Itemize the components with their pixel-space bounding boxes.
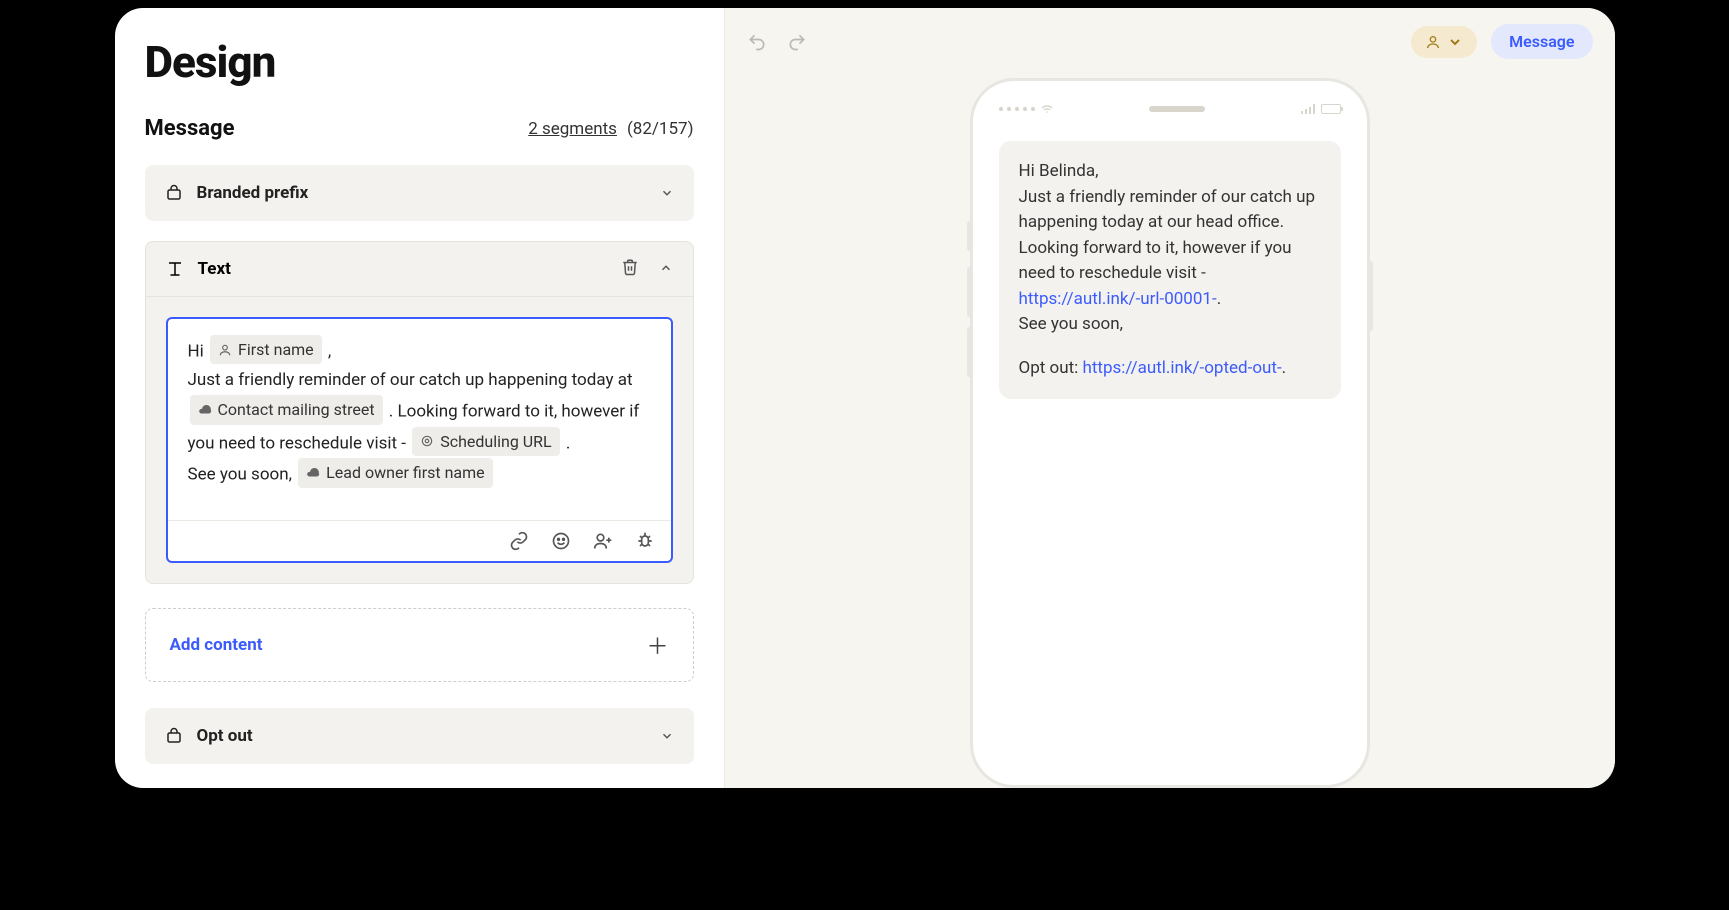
message-bubble: Hi Belinda, Just a friendly reminder of … xyxy=(999,141,1341,399)
chevron-down-icon xyxy=(1447,34,1463,50)
token-scheduling-url[interactable]: Scheduling URL xyxy=(412,427,559,456)
link-icon[interactable] xyxy=(509,531,529,551)
trash-icon xyxy=(621,258,639,276)
editor-text: , xyxy=(328,342,331,362)
phone-button xyxy=(1367,261,1373,331)
persona-selector[interactable] xyxy=(1411,26,1477,58)
section-title: Message xyxy=(145,116,235,141)
branded-prefix-accordion[interactable]: Branded prefix xyxy=(145,165,694,221)
preview-panel: Message Hi Belinda, Ju xyxy=(725,8,1615,788)
editor-text: Just a friendly reminder of our catch up… xyxy=(188,370,633,390)
cloud-icon xyxy=(198,403,212,417)
segments-link[interactable]: 2 segments xyxy=(528,119,617,139)
preview-line: Opt out: https://autl.ink/-opted-out-. xyxy=(1019,356,1321,382)
text-block-card: Text Hi First n xyxy=(145,241,694,584)
target-icon xyxy=(420,434,434,448)
plus-icon: ＋ xyxy=(646,629,668,661)
undo-icon[interactable] xyxy=(747,32,767,52)
message-header-row: Message 2 segments (82/157) xyxy=(145,116,694,141)
phone-button xyxy=(967,327,973,377)
lock-icon xyxy=(165,184,183,202)
cloud-icon xyxy=(306,466,320,480)
bug-icon[interactable] xyxy=(635,531,655,551)
token-first-name[interactable]: First name xyxy=(210,335,322,364)
opt-out-label: Opt out xyxy=(197,726,253,746)
segments-info: 2 segments (82/157) xyxy=(528,119,693,139)
person-icon xyxy=(218,343,232,357)
preview-top-controls: Message xyxy=(725,24,1615,59)
wifi-icon xyxy=(1041,103,1053,115)
branded-prefix-label: Branded prefix xyxy=(197,183,309,203)
message-editor[interactable]: Hi First name , Just a friendly reminder… xyxy=(166,317,673,563)
redo-icon[interactable] xyxy=(787,32,807,52)
chevron-down-icon xyxy=(660,186,674,200)
chevron-up-icon xyxy=(659,261,673,275)
phone-statusbar xyxy=(999,103,1341,115)
emoji-icon[interactable] xyxy=(551,531,571,551)
add-content-label: Add content xyxy=(170,635,263,655)
text-block-header: Text xyxy=(146,242,693,297)
editor-text: . xyxy=(566,433,570,453)
message-tab[interactable]: Message xyxy=(1491,24,1592,59)
opt-out-accordion[interactable]: Opt out xyxy=(145,708,694,764)
app-frame: Design Message 2 segments (82/157) Brand… xyxy=(115,8,1615,788)
phone-preview: Hi Belinda, Just a friendly reminder of … xyxy=(970,78,1370,788)
char-counter: (82/157) xyxy=(627,119,694,139)
add-person-icon[interactable] xyxy=(593,531,613,551)
phone-notch xyxy=(1149,106,1205,112)
lock-icon xyxy=(165,727,183,745)
cell-bars-icon xyxy=(1301,104,1315,114)
text-block-label: Text xyxy=(198,259,231,279)
page-title: Design xyxy=(145,36,694,88)
editor-text: See you soon, xyxy=(188,465,292,485)
design-panel: Design Message 2 segments (82/157) Brand… xyxy=(115,8,725,788)
token-lead-owner[interactable]: Lead owner first name xyxy=(298,458,492,487)
editor-toolbar xyxy=(168,520,671,561)
preview-line: Just a friendly reminder of our catch up… xyxy=(1019,185,1321,313)
text-icon xyxy=(166,260,184,278)
preview-optout-url[interactable]: https://autl.ink/-opted-out- xyxy=(1082,358,1281,378)
editor-text: Hi xyxy=(188,342,204,362)
phone-button xyxy=(967,267,973,317)
chevron-down-icon xyxy=(660,729,674,743)
preview-line: Hi Belinda, xyxy=(1019,159,1321,185)
add-content-button[interactable]: Add content ＋ xyxy=(145,608,694,682)
collapse-button[interactable] xyxy=(659,260,673,279)
signal-dots-icon xyxy=(999,107,1035,111)
phone-button xyxy=(967,221,973,251)
token-mailing-street[interactable]: Contact mailing street xyxy=(190,395,383,424)
person-icon xyxy=(1425,34,1441,50)
battery-icon xyxy=(1321,104,1341,114)
preview-line: See you soon, xyxy=(1019,312,1321,338)
preview-url[interactable]: https://autl.ink/-url-00001- xyxy=(1019,289,1217,309)
delete-button[interactable] xyxy=(621,258,639,280)
